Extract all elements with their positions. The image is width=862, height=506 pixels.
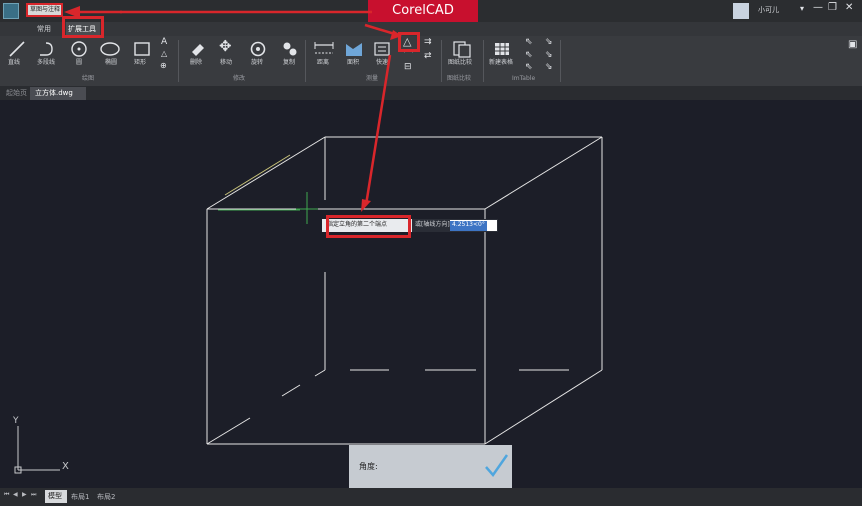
tab-layout2[interactable]: 布局2: [97, 494, 115, 501]
previous-layout-icon[interactable]: ◀: [13, 492, 18, 498]
angle-panel[interactable]: 角度:: [349, 445, 512, 488]
check-icon[interactable]: [483, 452, 509, 480]
first-layout-icon[interactable]: ⏮: [4, 492, 9, 498]
highlight-extended-tools-tab: [62, 16, 104, 38]
tab-model[interactable]: 模型: [45, 490, 67, 503]
layout-tab-bar: ⏮ ◀ ▶ ⏭ 模型 布局1 布局2: [0, 488, 862, 506]
next-layout-icon[interactable]: ▶: [22, 492, 27, 498]
highlight-angle-tool: [398, 32, 420, 52]
cube-drawing: [14, 6, 603, 474]
highlight-workspace: [26, 3, 63, 17]
coordinate-input[interactable]: 4.2513<0°: [450, 220, 497, 231]
tab-model-label: 模型: [48, 492, 62, 500]
prompt-option[interactable]: 或[轴线方向]: [415, 222, 450, 228]
ucs-y-label: Y: [13, 416, 19, 426]
angle-label: 角度:: [359, 462, 378, 471]
coordinate-input-value: 4.2513<0°: [450, 221, 487, 231]
highlight-prompt: [326, 215, 411, 238]
tab-layout1[interactable]: 布局1: [71, 494, 89, 501]
ucs-x-label: X: [62, 461, 69, 472]
last-layout-icon[interactable]: ⏭: [31, 492, 36, 498]
